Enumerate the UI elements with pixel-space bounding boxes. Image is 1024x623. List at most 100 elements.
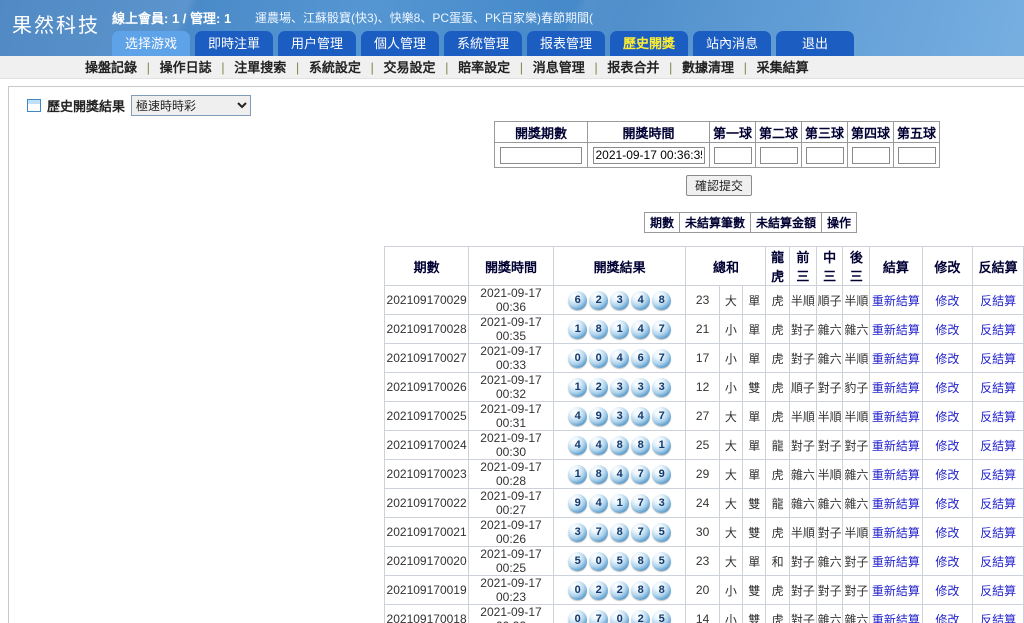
- settle-cell: 重新結算: [870, 402, 922, 431]
- resettle-link[interactable]: 重新結算: [872, 526, 920, 540]
- mid3-cell: 半順: [816, 460, 843, 489]
- sum-cell: 23: [686, 547, 719, 576]
- reverse-settle-link[interactable]: 反結算: [980, 613, 1016, 623]
- draw-result-cell: 18479: [553, 460, 686, 489]
- resettle-link[interactable]: 重新結算: [872, 410, 920, 424]
- tab-站內消息[interactable]: 站內消息: [693, 31, 771, 56]
- period-input[interactable]: [500, 147, 582, 164]
- ball1-input[interactable]: [714, 147, 752, 164]
- edit-link[interactable]: 修改: [935, 352, 959, 366]
- edit-link[interactable]: 修改: [935, 439, 959, 453]
- submenu-item-操作日誌[interactable]: 操作日誌: [160, 60, 212, 75]
- reverse-settle-link[interactable]: 反結算: [980, 584, 1016, 598]
- lottery-ball: 2: [589, 291, 608, 310]
- search-form: 開獎期數開獎時間第一球第二球第三球第四球第五球 確認提交: [494, 121, 944, 196]
- reverse-settle-link[interactable]: 反結算: [980, 410, 1016, 424]
- confirm-submit-button[interactable]: 確認提交: [686, 175, 752, 196]
- back3-cell: 雜六: [843, 489, 870, 518]
- resettle-link[interactable]: 重新結算: [872, 352, 920, 366]
- submenu-item-操盤記錄[interactable]: 操盤記錄: [85, 60, 137, 75]
- reverse-settle-link[interactable]: 反結算: [980, 381, 1016, 395]
- lottery-ball: 3: [610, 291, 629, 310]
- settle-cell: 重新結算: [870, 489, 922, 518]
- draw-time-cell: 2021-09-17 00:27: [469, 489, 554, 518]
- table-row: 2021091700192021-09-17 00:230228820小雙虎對子…: [385, 576, 1024, 605]
- resettle-link[interactable]: 重新結算: [872, 381, 920, 395]
- search-form-input-row: [495, 143, 940, 168]
- edit-link[interactable]: 修改: [935, 526, 959, 540]
- mid3-cell: 雜六: [816, 315, 843, 344]
- tab-用户管理[interactable]: 用户管理: [278, 31, 356, 56]
- lottery-ball: 9: [589, 407, 608, 426]
- draw-time-input[interactable]: [593, 147, 705, 164]
- reverse-cell: 反結算: [973, 402, 1024, 431]
- period-cell: 202109170023: [385, 460, 469, 489]
- ball4-input[interactable]: [852, 147, 890, 164]
- resettle-link[interactable]: 重新結算: [872, 439, 920, 453]
- reverse-settle-link[interactable]: 反結算: [980, 323, 1016, 337]
- edit-link[interactable]: 修改: [935, 381, 959, 395]
- lottery-ball: 1: [568, 320, 587, 339]
- edit-link[interactable]: 修改: [935, 613, 959, 623]
- lottery-ball: 3: [610, 378, 629, 397]
- lottery-ball: 1: [652, 436, 671, 455]
- draw-time-cell: 2021-09-17 00:26: [469, 518, 554, 547]
- resettle-link[interactable]: 重新結算: [872, 555, 920, 569]
- resettle-link[interactable]: 重新結算: [872, 294, 920, 308]
- lottery-ball: 1: [610, 320, 629, 339]
- period-cell: 202109170028: [385, 315, 469, 344]
- edit-link[interactable]: 修改: [935, 294, 959, 308]
- submenu-item-系統設定[interactable]: 系統設定: [309, 60, 361, 75]
- tab-报表管理[interactable]: 报表管理: [527, 31, 605, 56]
- edit-link[interactable]: 修改: [935, 555, 959, 569]
- submenu-item-注單搜索[interactable]: 注單搜索: [234, 60, 286, 75]
- lottery-ball: 6: [631, 349, 650, 368]
- table-row: 2021091700232021-09-17 00:281847929大單虎雜六…: [385, 460, 1024, 489]
- edit-link[interactable]: 修改: [935, 410, 959, 424]
- ball2-input[interactable]: [760, 147, 798, 164]
- resettle-link[interactable]: 重新結算: [872, 323, 920, 337]
- reverse-settle-link[interactable]: 反結算: [980, 555, 1016, 569]
- reverse-cell: 反結算: [973, 518, 1024, 547]
- edit-link[interactable]: 修改: [935, 497, 959, 511]
- resettle-link[interactable]: 重新結算: [872, 497, 920, 511]
- reverse-cell: 反結算: [973, 315, 1024, 344]
- submenu-item-數據清理[interactable]: 數據清理: [682, 60, 734, 75]
- reverse-settle-link[interactable]: 反結算: [980, 526, 1016, 540]
- tab-歷史開獎[interactable]: 歷史開獎: [610, 31, 688, 56]
- tab-系統管理[interactable]: 系統管理: [444, 31, 522, 56]
- submenu-item-消息管理[interactable]: 消息管理: [533, 60, 585, 75]
- lottery-ball: 4: [568, 436, 587, 455]
- submenu-item-报表合并[interactable]: 报表合并: [607, 60, 659, 75]
- tab-個人管理[interactable]: 個人管理: [361, 31, 439, 56]
- announcement-marquee: 運農場、江蘇骰寶(快3)、快樂8、PC蛋蛋、PK百家樂)春節期間(: [255, 9, 593, 26]
- ball5-input[interactable]: [898, 147, 936, 164]
- submenu-item-采集結算[interactable]: 采集結算: [757, 60, 809, 75]
- tab-选择游戏[interactable]: 选择游戏: [112, 31, 190, 56]
- table-row: 2021091700212021-09-17 00:263787530大雙虎半順…: [385, 518, 1024, 547]
- submenu-item-交易設定[interactable]: 交易設定: [384, 60, 436, 75]
- draw-time-cell: 2021-09-17 00:28: [469, 460, 554, 489]
- lottery-ball: 5: [652, 552, 671, 571]
- reverse-settle-link[interactable]: 反結算: [980, 439, 1016, 453]
- reverse-settle-link[interactable]: 反結算: [980, 497, 1016, 511]
- edit-link[interactable]: 修改: [935, 323, 959, 337]
- reverse-settle-link[interactable]: 反結算: [980, 468, 1016, 482]
- submenu-item-賠率設定[interactable]: 賠率設定: [458, 60, 510, 75]
- game-select[interactable]: 極速時時彩: [131, 95, 251, 116]
- resettle-link[interactable]: 重新結算: [872, 584, 920, 598]
- ball3-input[interactable]: [806, 147, 844, 164]
- lottery-ball: 8: [610, 436, 629, 455]
- reverse-settle-link[interactable]: 反結算: [980, 352, 1016, 366]
- resettle-link[interactable]: 重新結算: [872, 613, 920, 623]
- lottery-ball: 2: [610, 581, 629, 600]
- tab-即時注單[interactable]: 即時注單: [195, 31, 273, 56]
- tab-退出[interactable]: 退出: [776, 31, 854, 56]
- edit-link[interactable]: 修改: [935, 584, 959, 598]
- sum-cell: 14: [686, 605, 719, 623]
- reverse-settle-link[interactable]: 反結算: [980, 294, 1016, 308]
- sum-cell: 20: [686, 576, 719, 605]
- edit-link[interactable]: 修改: [935, 468, 959, 482]
- resettle-link[interactable]: 重新結算: [872, 468, 920, 482]
- table-row: 2021091700222021-09-17 00:279417324大雙龍雜六…: [385, 489, 1024, 518]
